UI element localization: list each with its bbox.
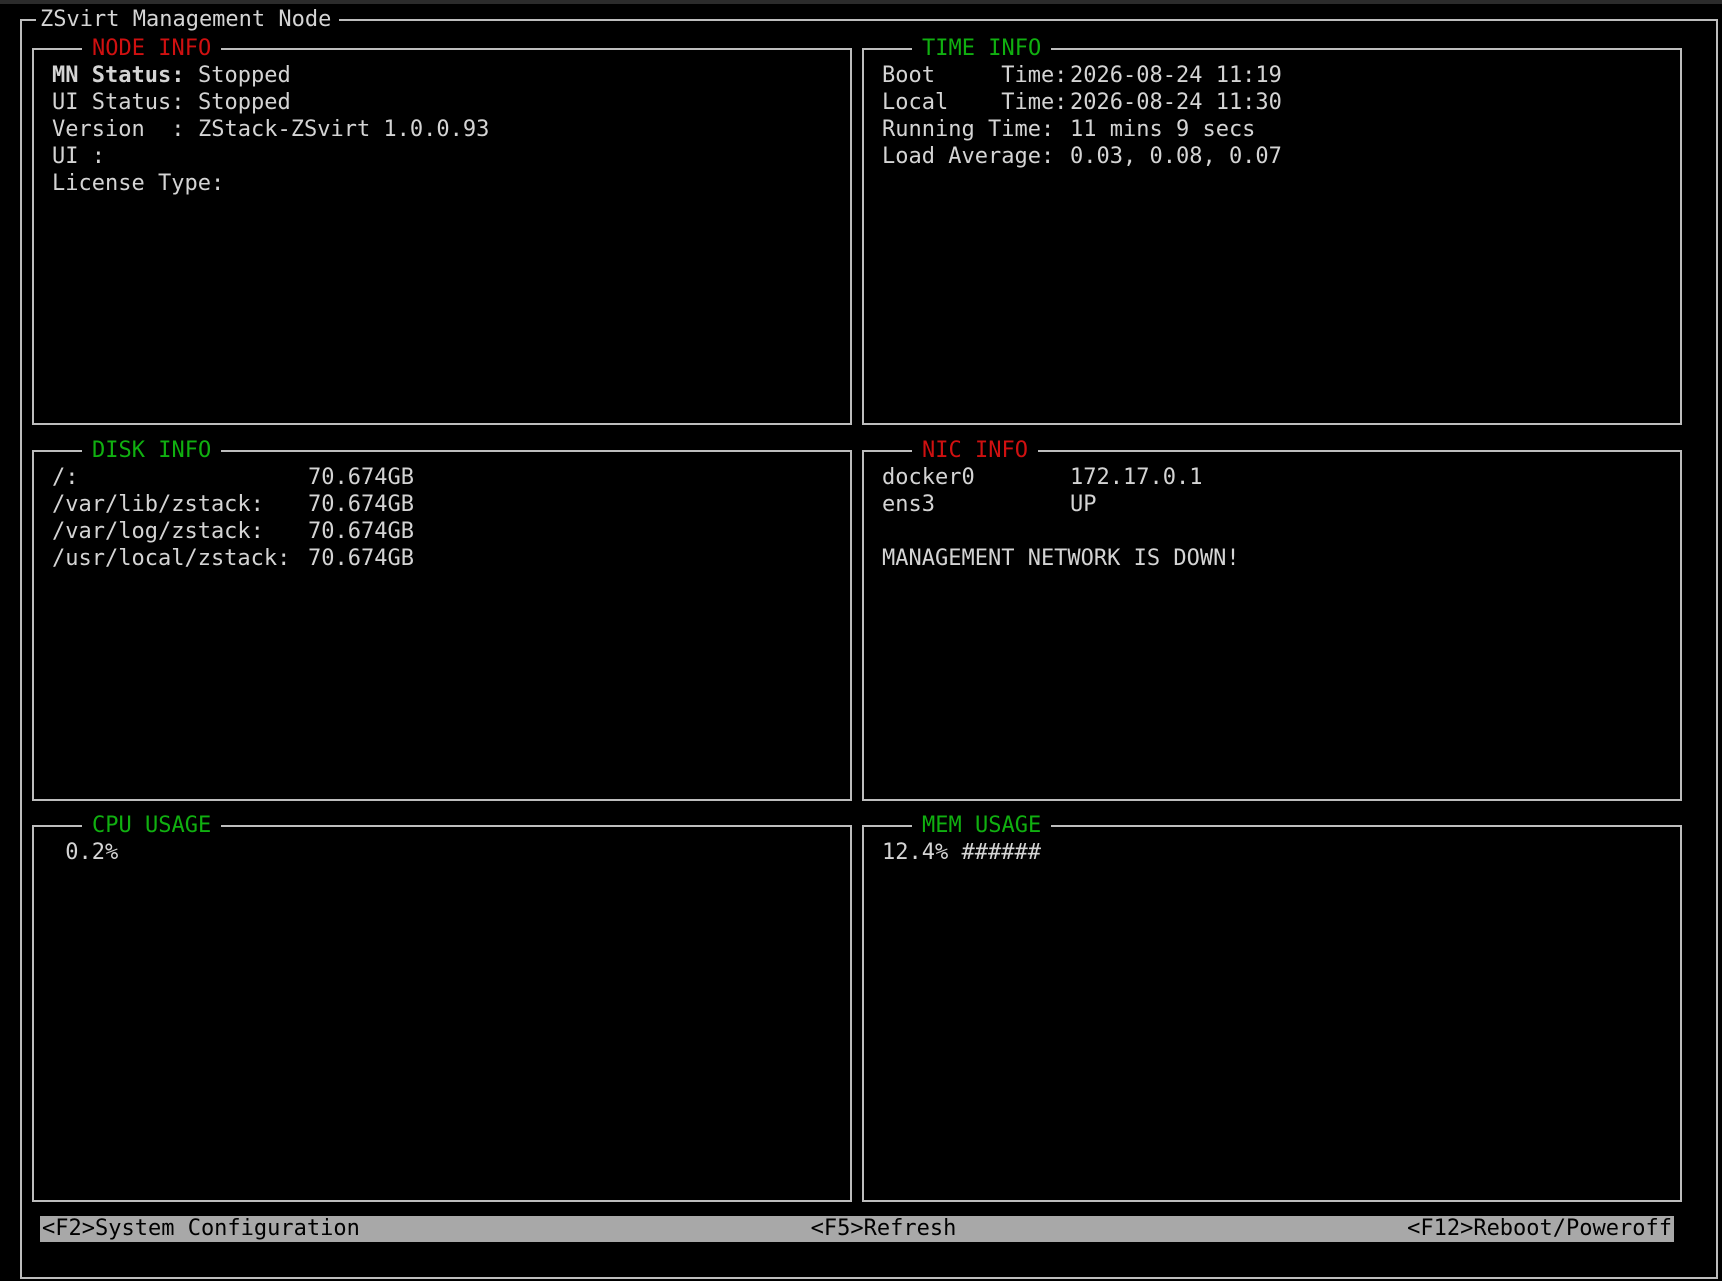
disk-mount-label: /var/log/zstack: [52, 519, 264, 544]
nic-info-panel: NIC INFO docker0 172.17.0.1 ens3 UP MANA… [862, 438, 1682, 801]
load-average-value: 0.03, 0.08, 0.07 [1070, 144, 1282, 169]
disk-info-panel: DISK INFO /: 70.674GB /var/lib/zstack: 7… [32, 438, 852, 801]
mem-usage-title: MEM USAGE [912, 813, 1052, 839]
nic-name-label: docker0 [882, 465, 975, 490]
disk-row: /usr/local/zstack: 70.674GB [52, 545, 840, 572]
disk-row: /: 70.674GB [52, 464, 840, 491]
local-time-label: Local Time: [882, 90, 1068, 115]
local-time-value: 2026-08-24 11:30 [1070, 90, 1282, 115]
running-time-label: Running Time: [882, 117, 1055, 142]
mem-usage-value: 12.4% ###### [882, 840, 1041, 865]
load-average-label: Load Average: [882, 144, 1055, 169]
cpu-usage-panel: CPU USAGE 0.2% [32, 813, 852, 1202]
ui-status-value: Stopped [198, 90, 291, 115]
node-info-title: NODE INFO [82, 36, 222, 62]
info-row: Running Time: 11 mins 9 secs [882, 116, 1670, 143]
boot-time-label: Boot Time: [882, 63, 1068, 88]
disk-mount-label: /usr/local/zstack: [52, 546, 291, 571]
license-type-label: License Type: [52, 171, 225, 196]
disk-info-title: DISK INFO [82, 438, 222, 464]
refresh-key[interactable]: <F5>Refresh [809, 1216, 959, 1242]
ui-status-label: UI Status: [52, 90, 185, 115]
console-screen: ZSvirt Management Node NODE INFO MN Stat… [0, 4, 1722, 1281]
info-row: Version : ZStack-ZSvirt 1.0.0.93 [52, 116, 840, 143]
disk-size-value: 70.674GB [308, 492, 414, 517]
system-configuration-key[interactable]: <F2>System Configuration [40, 1216, 362, 1242]
nic-address-value: 172.17.0.1 [1070, 465, 1203, 490]
version-value: ZStack-ZSvirt 1.0.0.93 [198, 117, 490, 142]
info-row: Boot Time: 2026-08-24 11:19 [882, 62, 1670, 89]
nic-state-value: UP [1070, 492, 1097, 517]
info-row: UI Status: Stopped [52, 89, 840, 116]
function-key-bar: <F2>System Configuration <F5>Refresh <F1… [40, 1216, 1674, 1242]
disk-size-value: 70.674GB [308, 519, 414, 544]
disk-mount-label: /var/lib/zstack: [52, 492, 264, 517]
reboot-poweroff-key[interactable]: <F12>Reboot/Poweroff [1405, 1216, 1674, 1242]
info-row: License Type: [52, 170, 840, 197]
disk-mount-label: /: [52, 465, 79, 490]
info-row: UI : [52, 143, 840, 170]
disk-row: /var/lib/zstack: 70.674GB [52, 491, 840, 518]
disk-size-value: 70.674GB [308, 546, 414, 571]
nic-row: docker0 172.17.0.1 [882, 464, 1670, 491]
version-label: Version : [52, 117, 185, 142]
mn-status-label: MN Status: [52, 63, 185, 88]
ui-label: UI : [52, 144, 105, 169]
node-info-panel: NODE INFO MN Status: Stopped UI Status: … [32, 36, 852, 425]
time-info-panel: TIME INFO Boot Time: 2026-08-24 11:19 Lo… [862, 36, 1682, 425]
window-title: ZSvirt Management Node [36, 7, 340, 33]
mn-status-value: Stopped [198, 63, 291, 88]
nic-row: ens3 UP [882, 491, 1670, 518]
nic-info-title: NIC INFO [912, 438, 1038, 464]
disk-size-value: 70.674GB [308, 465, 414, 490]
info-row: MN Status: Stopped [52, 62, 840, 89]
info-row: Load Average: 0.03, 0.08, 0.07 [882, 143, 1670, 170]
boot-time-value: 2026-08-24 11:19 [1070, 63, 1282, 88]
cpu-usage-title: CPU USAGE [82, 813, 222, 839]
mem-usage-panel: MEM USAGE 12.4% ###### [862, 813, 1682, 1202]
info-row: Local Time: 2026-08-24 11:30 [882, 89, 1670, 116]
management-network-warning: MANAGEMENT NETWORK IS DOWN! [882, 546, 1240, 571]
nic-name-label: ens3 [882, 492, 935, 517]
time-info-title: TIME INFO [912, 36, 1052, 62]
running-time-value: 11 mins 9 secs [1070, 117, 1256, 142]
cpu-usage-value: 0.2% [52, 840, 119, 865]
disk-row: /var/log/zstack: 70.674GB [52, 518, 840, 545]
